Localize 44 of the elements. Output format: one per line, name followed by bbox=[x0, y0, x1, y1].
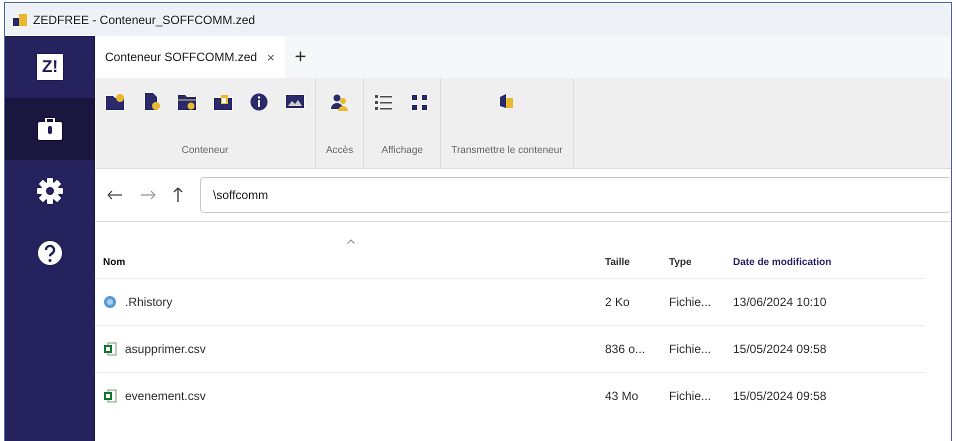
column-header[interactable]: Type bbox=[669, 257, 692, 268]
column-header[interactable]: Nom bbox=[103, 257, 126, 268]
help-icon[interactable] bbox=[37, 240, 63, 266]
group-label: Accès bbox=[326, 145, 354, 156]
table-cell: Fichie... bbox=[669, 342, 712, 356]
tab[interactable]: Conteneur SOFFCOMM.zed × bbox=[95, 36, 285, 78]
table-cell: 15/05/2024 09:58 bbox=[733, 342, 826, 356]
table-cell: Fichie... bbox=[669, 295, 712, 309]
close-tab-button[interactable]: × bbox=[267, 50, 275, 64]
logo[interactable]: Z! bbox=[36, 54, 64, 80]
table-cell: 43 Mo bbox=[605, 389, 638, 403]
group-label: Affichage bbox=[381, 145, 423, 156]
file-icon bbox=[103, 295, 117, 309]
column-header[interactable]: Taille bbox=[605, 257, 630, 268]
spreadsheet-file-icon bbox=[103, 342, 117, 356]
file-name[interactable]: evenement.csv bbox=[125, 389, 206, 403]
forward-icon[interactable] bbox=[140, 190, 156, 200]
file-name[interactable]: asupprimer.csv bbox=[125, 342, 206, 356]
briefcase-icon[interactable] bbox=[38, 118, 62, 140]
table-cell: 836 o... bbox=[605, 342, 646, 356]
back-icon[interactable] bbox=[107, 190, 123, 200]
app-icon bbox=[13, 14, 27, 26]
table-cell: 15/05/2024 09:58 bbox=[733, 389, 826, 403]
group-label: Conteneur bbox=[182, 145, 228, 156]
new-tab-button[interactable]: + bbox=[294, 46, 306, 68]
folder-icon[interactable] bbox=[213, 92, 233, 112]
table-cell: 2 Ko bbox=[605, 295, 630, 309]
folder-icon[interactable] bbox=[177, 92, 197, 112]
info-icon[interactable] bbox=[249, 92, 269, 112]
path-field[interactable]: \soffcomm bbox=[200, 177, 951, 213]
file-name[interactable]: .Rhistory bbox=[125, 295, 172, 309]
spreadsheet-file-icon bbox=[103, 389, 117, 403]
group-label: Transmettre le conteneur bbox=[451, 145, 563, 156]
window-title: ZEDFREE - Conteneur_SOFFCOMM.zed bbox=[33, 12, 256, 26]
sort-caret-icon bbox=[347, 239, 355, 244]
table-cell: 13/06/2024 10:10 bbox=[733, 295, 826, 309]
tab-label[interactable]: Conteneur SOFFCOMM.zed bbox=[105, 50, 258, 64]
folder-icon[interactable] bbox=[105, 92, 125, 112]
up-icon[interactable] bbox=[173, 187, 183, 203]
column-header[interactable]: Date de modification bbox=[733, 257, 832, 268]
users-icon[interactable] bbox=[330, 92, 350, 112]
list-view-icon[interactable] bbox=[374, 92, 394, 112]
table-cell: Fichie... bbox=[669, 389, 712, 403]
settings-icon[interactable] bbox=[37, 178, 63, 204]
